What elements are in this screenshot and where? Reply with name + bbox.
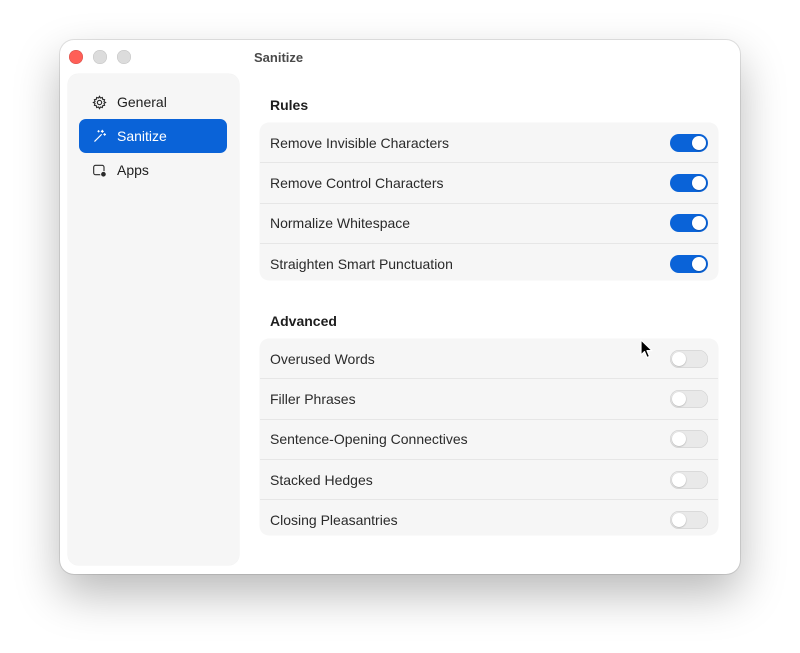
rule-row-normalize-whitespace: Normalize Whitespace — [260, 202, 718, 243]
advanced-label: Filler Phrases — [270, 390, 356, 407]
advanced-row-filler-phrases: Filler Phrases — [260, 378, 718, 418]
magic-wand-icon — [91, 128, 107, 144]
advanced-row-closing-pleasantries: Closing Pleasantries — [260, 499, 718, 539]
closing-pleasantries-toggle[interactable] — [670, 510, 708, 529]
rule-label: Remove Control Characters — [270, 174, 444, 191]
gear-icon — [91, 94, 107, 110]
toggle-knob — [672, 391, 686, 406]
sentence-opening-connectives-toggle[interactable] — [670, 430, 708, 449]
minimize-window-button[interactable] — [93, 50, 107, 64]
overused-words-toggle[interactable] — [670, 349, 708, 368]
mouse-pointer-icon — [640, 339, 653, 359]
advanced-row-sentence-opening-connectives: Sentence-Opening Connectives — [260, 418, 718, 459]
window-controls — [69, 50, 131, 64]
advanced-label: Sentence-Opening Connectives — [270, 431, 468, 448]
toggle-knob — [692, 175, 706, 190]
remove-control-characters-toggle[interactable] — [670, 173, 708, 192]
remove-invisible-characters-toggle[interactable] — [670, 133, 708, 152]
toggle-knob — [692, 216, 706, 231]
filler-phrases-toggle[interactable] — [670, 389, 708, 408]
app-badge-icon — [91, 162, 107, 178]
toggle-knob — [672, 432, 686, 447]
close-window-button[interactable] — [69, 50, 83, 64]
advanced-label: Closing Pleasantries — [270, 511, 398, 528]
rule-row-remove-control-characters: Remove Control Characters — [260, 162, 718, 202]
sidebar-item-label: General — [117, 94, 167, 110]
normalize-whitespace-toggle[interactable] — [670, 214, 708, 233]
settings-content: Rules Remove Invisible Characters Remove… — [260, 40, 740, 574]
advanced-label: Overused Words — [270, 350, 375, 367]
sidebar-item-sanitize[interactable]: Sanitize — [79, 119, 227, 153]
advanced-group: Overused Words Filler Phrases Sentence-O… — [260, 339, 718, 535]
advanced-row-stacked-hedges: Stacked Hedges — [260, 458, 718, 499]
toggle-knob — [672, 512, 686, 527]
advanced-section-title: Advanced — [270, 313, 337, 329]
toggle-knob — [692, 256, 706, 271]
rules-group: Remove Invisible Characters Remove Contr… — [260, 123, 718, 280]
window-title: Sanitize — [254, 50, 304, 65]
sidebar-item-apps[interactable]: Apps — [79, 153, 227, 187]
toggle-knob — [672, 472, 686, 487]
sidebar-item-general[interactable]: General — [79, 85, 227, 119]
sidebar: General Sanitize Apps — [68, 74, 239, 565]
sidebar-item-label: Apps — [117, 162, 149, 178]
zoom-window-button[interactable] — [117, 50, 131, 64]
rule-label: Normalize Whitespace — [270, 215, 411, 232]
rule-label: Remove Invisible Characters — [270, 134, 449, 151]
sidebar-item-label: Sanitize — [117, 128, 167, 144]
rules-section-title: Rules — [270, 97, 309, 113]
toggle-knob — [692, 135, 706, 150]
advanced-label: Stacked Hedges — [270, 471, 373, 488]
rule-row-straighten-smart-punctuation: Straighten Smart Punctuation — [260, 242, 718, 283]
straighten-smart-punctuation-toggle[interactable] — [670, 254, 708, 273]
toggle-knob — [672, 351, 686, 366]
stacked-hedges-toggle[interactable] — [670, 470, 708, 489]
rule-label: Straighten Smart Punctuation — [270, 255, 453, 272]
settings-window: Sanitize General Sanitize Apps Rules Rem… — [60, 40, 740, 574]
rule-row-remove-invisible-characters: Remove Invisible Characters — [260, 123, 718, 162]
